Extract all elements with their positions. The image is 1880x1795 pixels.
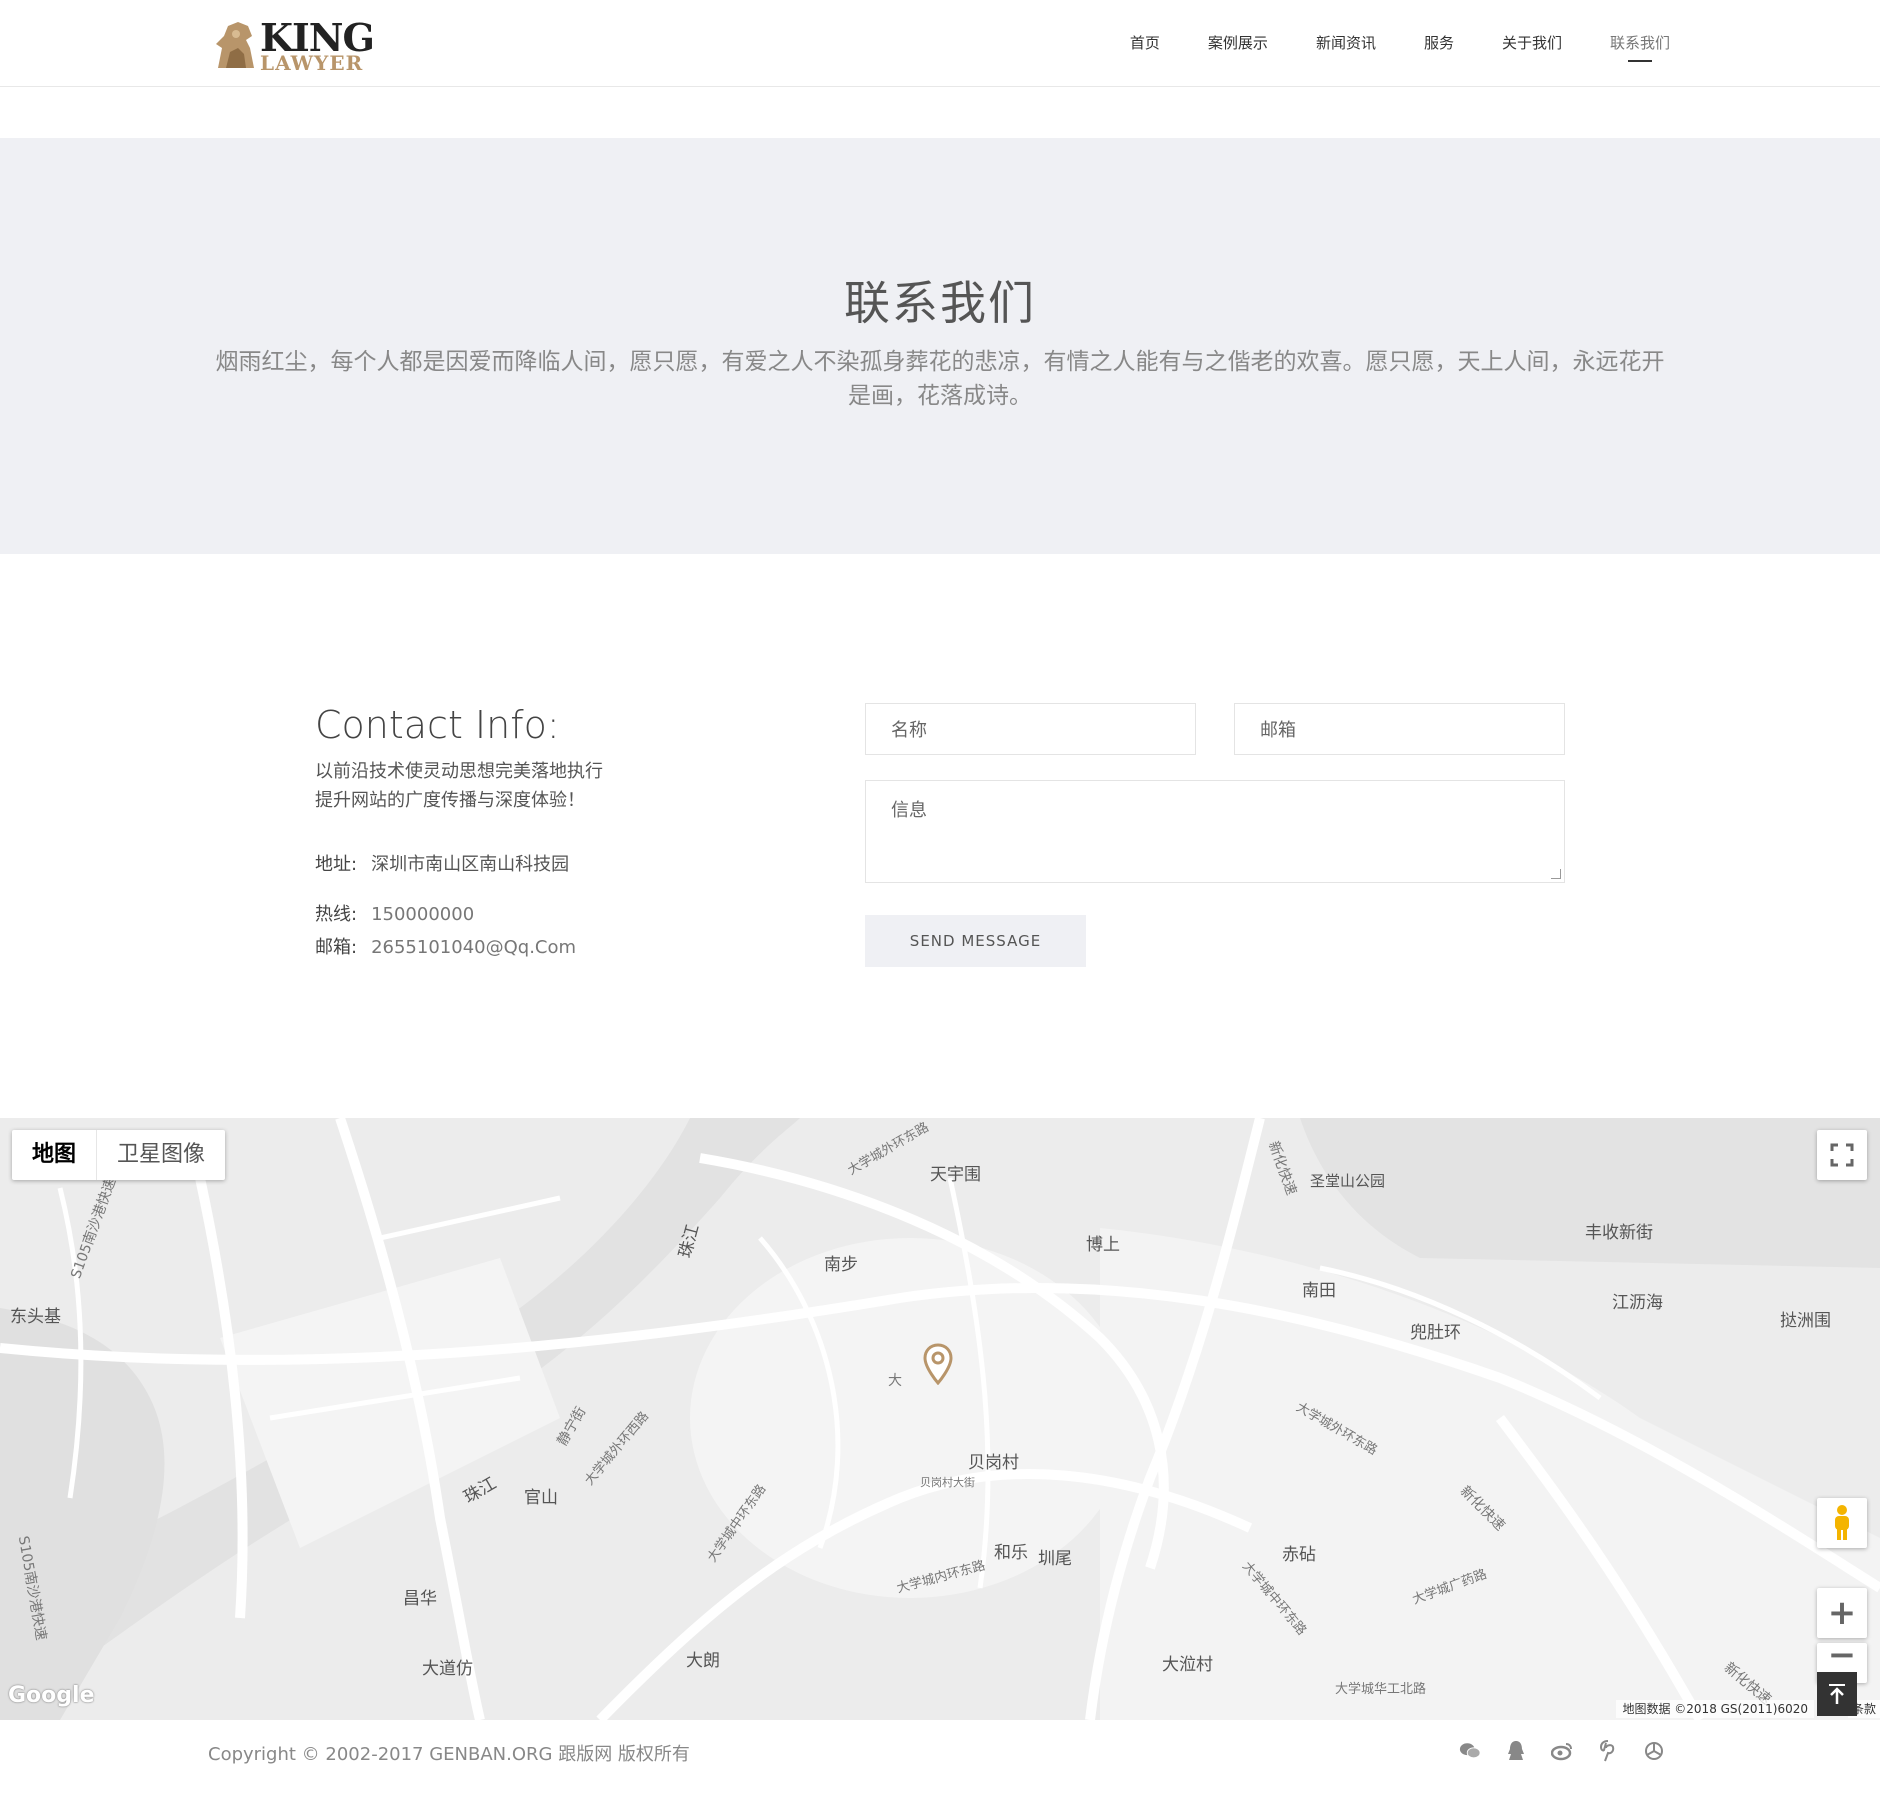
map-label: 南田	[1302, 1281, 1336, 1301]
qq-icon[interactable]	[1505, 1740, 1527, 1762]
google-logo: Google	[8, 1683, 95, 1708]
email-input[interactable]: 邮箱	[1234, 703, 1565, 755]
back-to-top-button[interactable]	[1817, 1672, 1857, 1716]
social-links	[1459, 1740, 1665, 1762]
map-label: 圳尾	[1038, 1549, 1072, 1569]
share-icon[interactable]	[1643, 1740, 1665, 1762]
main-nav: 首页 案例展示 新闻资讯 服务 关于我们 联系我们	[1130, 30, 1670, 62]
map-label: 贝岗村大街	[920, 1476, 975, 1489]
map-label: 大朗	[686, 1651, 720, 1671]
name-input[interactable]: 名称	[865, 703, 1196, 755]
location-pin-icon[interactable]	[922, 1343, 954, 1385]
copyright-text: Copyright © 2002-2017 GENBAN.ORG 跟版网 版权所…	[208, 1744, 690, 1765]
pinterest-icon[interactable]	[1597, 1740, 1619, 1762]
map-label: 大道仿	[422, 1659, 473, 1679]
map-attribution: 地图数据 ©2018 GS(2011)6020	[1616, 1700, 1814, 1718]
map-label: 赤砧	[1282, 1545, 1316, 1565]
map-label: 大学城华工北路	[1335, 1682, 1427, 1697]
map-label: 官山	[524, 1488, 558, 1508]
nav-home[interactable]: 首页	[1130, 30, 1160, 56]
page-description: 烟雨红尘，每个人都是因爱而降临人间，愿只愿，有爱之人不染孤身葬花的悲凉，有情之人…	[215, 349, 1665, 409]
map-label: 丰收新街	[1585, 1223, 1653, 1243]
address-value: 深圳市南山区南山科技园	[371, 854, 570, 875]
contact-info-heading: Contact Info:	[315, 703, 560, 747]
plus-icon: +	[1827, 1593, 1857, 1633]
address-label: 地址:	[315, 854, 358, 875]
map-data-text: 地图数据 ©2018 GS(2011)6020	[1622, 1702, 1808, 1716]
map-label: 圣堂山公园	[1310, 1172, 1386, 1190]
contact-intro-line: 以前沿技术使灵动思想完美落地执行	[315, 761, 603, 782]
contact-hotline: 热线: 150000000	[315, 900, 474, 930]
map-label: 东头基	[10, 1307, 61, 1327]
map-label: 天宇围	[930, 1165, 981, 1185]
contact-intro: 以前沿技术使灵动思想完美落地执行 提升网站的广度传播与深度体验！	[315, 757, 735, 815]
message-placeholder: 信息	[891, 800, 927, 821]
nav-contact[interactable]: 联系我们	[1610, 30, 1670, 62]
send-message-button[interactable]: SEND MESSAGE	[865, 915, 1086, 967]
map-label: 大涖村	[1162, 1655, 1213, 1675]
street-view-pegman[interactable]	[1817, 1498, 1867, 1548]
map-label: 兜肚环	[1410, 1323, 1461, 1343]
map-label: 江沥海	[1612, 1293, 1663, 1313]
hotline-value[interactable]: 150000000	[371, 904, 474, 925]
name-placeholder: 名称	[891, 720, 927, 741]
fullscreen-button[interactable]	[1817, 1130, 1867, 1180]
wechat-icon[interactable]	[1459, 1740, 1481, 1762]
contact-address: 地址: 深圳市南山区南山科技园	[315, 850, 569, 880]
map-label: 博上	[1086, 1235, 1120, 1255]
contact-intro-line: 提升网站的广度传播与深度体验！	[315, 790, 585, 811]
site-header: KING LAWYER 首页 案例展示 新闻资讯 服务 关于我们 联系我们	[0, 0, 1880, 87]
lion-logo-icon	[216, 22, 254, 68]
map-type-satellite-button[interactable]: 卫星图像	[96, 1130, 225, 1180]
map-type-control: 地图 卫星图像	[12, 1130, 226, 1180]
site-footer: Copyright © 2002-2017 GENBAN.ORG 跟版网 版权所…	[0, 1720, 1880, 1795]
site-logo[interactable]: KING LAWYER	[208, 18, 375, 75]
fullscreen-icon	[1830, 1143, 1854, 1167]
zoom-in-button[interactable]: +	[1817, 1588, 1867, 1638]
map-label: 南步	[824, 1255, 858, 1275]
hotline-label: 热线:	[315, 904, 358, 925]
page-banner: 联系我们 烟雨红尘，每个人都是因爱而降临人间，愿只愿，有爱之人不染孤身葬花的悲凉…	[0, 138, 1880, 554]
email-placeholder: 邮箱	[1260, 720, 1296, 741]
map-label: 昌华	[403, 1589, 437, 1609]
resize-handle-icon[interactable]	[1551, 869, 1561, 879]
map-label: 大	[888, 1373, 902, 1389]
email-value[interactable]: 2655101040@Qq.Com	[371, 937, 576, 958]
nav-news[interactable]: 新闻资讯	[1316, 30, 1376, 56]
message-textarea[interactable]: 信息	[865, 780, 1565, 883]
google-map[interactable]: 天宇围 圣堂山公园 丰收新街 南步 博上 南田 江沥海 兜肚环 挞洲围 东头基 …	[0, 1118, 1880, 1720]
minus-icon: −	[1827, 1635, 1857, 1675]
email-label: 邮箱:	[315, 937, 358, 958]
nav-cases[interactable]: 案例展示	[1208, 30, 1268, 56]
map-tiles[interactable]	[0, 1118, 1880, 1720]
nav-services[interactable]: 服务	[1424, 30, 1454, 56]
weibo-icon[interactable]	[1551, 1740, 1573, 1762]
nav-about[interactable]: 关于我们	[1502, 30, 1562, 56]
pegman-icon	[1835, 1505, 1849, 1540]
map-label: 贝岗村	[968, 1453, 1019, 1473]
logo-text-lawyer: LAWYER	[260, 51, 364, 75]
map-type-roadmap-button[interactable]: 地图	[12, 1130, 96, 1180]
page-title: 联系我们	[844, 276, 1036, 330]
map-label: 挞洲围	[1780, 1311, 1831, 1331]
arrow-up-icon	[1829, 1684, 1845, 1704]
contact-email: 邮箱: 2655101040@Qq.Com	[315, 933, 576, 963]
map-label: 和乐	[994, 1543, 1028, 1563]
